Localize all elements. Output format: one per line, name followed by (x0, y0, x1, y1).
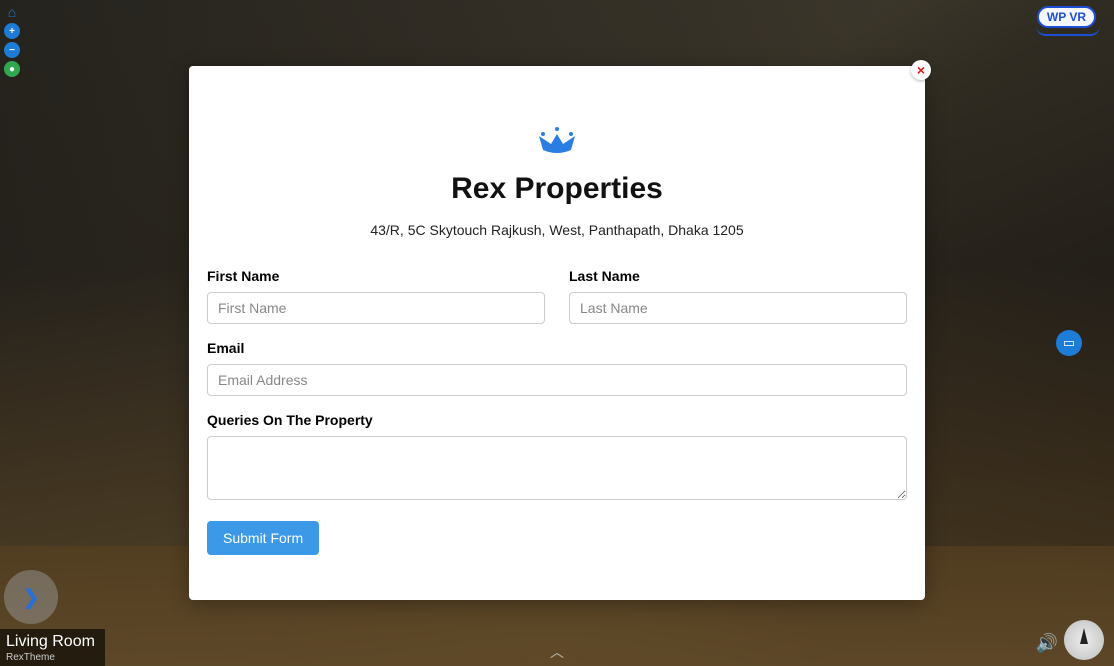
submit-button[interactable]: Submit Form (207, 521, 319, 555)
viewer-controls: ⌂ + − ● (4, 4, 20, 77)
compass-needle (1080, 628, 1088, 644)
modal-body: Rex Properties 43/R, 5C Skytouch Rajkush… (189, 66, 925, 575)
scene-title: Living Room (6, 633, 95, 651)
chevron-up-icon[interactable]: ︿ (550, 642, 564, 662)
chevron-right-icon: ❯ (23, 585, 40, 610)
scene-label: Living Room RexTheme (0, 629, 105, 666)
wpvr-badge-arc (1036, 26, 1100, 36)
close-button[interactable]: × (911, 60, 931, 80)
crown-icon (207, 126, 907, 154)
first-name-field[interactable] (207, 292, 545, 324)
zoom-out-button[interactable]: − (4, 42, 20, 58)
screen-hotspot-icon[interactable]: ▭ (1056, 330, 1082, 356)
audio-icon[interactable]: 🔊 (1036, 633, 1058, 654)
last-name-field[interactable] (569, 292, 907, 324)
compass-icon[interactable] (1064, 620, 1104, 660)
contact-form-modal: × Rex Properties 43/R, 5C Skytouch Rajku… (189, 66, 925, 600)
queries-field[interactable] (207, 436, 907, 500)
last-name-label: Last Name (569, 268, 907, 284)
fullscreen-button[interactable]: ● (4, 61, 20, 77)
modal-title: Rex Properties (207, 172, 907, 206)
wpvr-badge[interactable]: WP VR (1037, 6, 1096, 28)
scene-subtitle: RexTheme (6, 652, 95, 663)
zoom-in-button[interactable]: + (4, 23, 20, 39)
home-icon[interactable]: ⌂ (4, 4, 20, 20)
modal-subtitle: 43/R, 5C Skytouch Rajkush, West, Panthap… (207, 222, 907, 238)
vr-viewport[interactable]: ⌂ + − ● WP VR ▭ ❯ Living Room RexTheme 🔊… (0, 0, 1114, 666)
email-label: Email (207, 340, 907, 356)
queries-label: Queries On The Property (207, 412, 907, 428)
first-name-label: First Name (207, 268, 545, 284)
scene-nav-button[interactable]: ❯ (4, 570, 58, 624)
email-field[interactable] (207, 364, 907, 396)
